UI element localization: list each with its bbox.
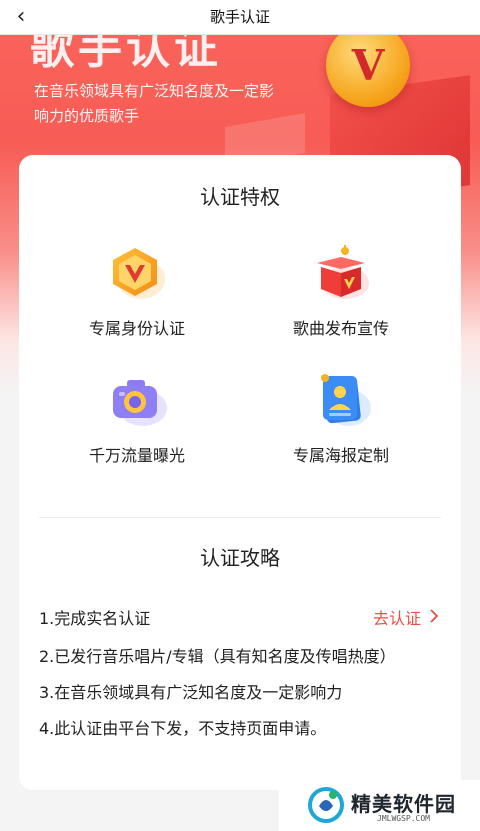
go-certify-label: 去认证 <box>372 609 421 628</box>
certification-card: 认证特权 专属身份认证 歌曲发布宣传 千万流量曝光 专属海报定制 认证攻略 1.… <box>19 155 461 790</box>
privileges-title: 认证特权 <box>200 185 280 209</box>
feature-label: 专属身份认证 <box>88 319 185 338</box>
feature-label: 专属海报定制 <box>292 446 389 465</box>
feature-identity: 专属身份认证 <box>37 243 237 339</box>
feature-label: 千万流量曝光 <box>88 446 185 465</box>
guide-step-2: 2.已发行音乐唱片/专辑（具有知名度及传唱热度） <box>39 647 396 666</box>
watermark-logo-icon <box>307 786 345 824</box>
camera-icon <box>107 370 167 430</box>
hero-big-title: 歌手认证 <box>30 35 222 74</box>
gift-box-icon <box>311 243 371 303</box>
page-title: 歌手认证 <box>209 8 270 26</box>
guide-step-1: 1.完成实名认证 <box>39 609 151 628</box>
watermark-name: 精美软件园 <box>351 792 456 816</box>
guide-title: 认证攻略 <box>200 546 280 570</box>
feature-promotion: 歌曲发布宣传 <box>241 243 441 339</box>
hero-description: 在音乐领域具有广泛知名度及一定影响力的优质歌手 <box>34 82 275 125</box>
go-certify-link[interactable]: 去认证 <box>373 605 439 629</box>
watermark: 精美软件园 JMLWGSP.COM <box>279 780 480 831</box>
feature-label: 歌曲发布宣传 <box>292 319 389 338</box>
guide-step-4: 4.此认证由平台下发，不支持页面申请。 <box>39 719 327 738</box>
feature-exposure: 千万流量曝光 <box>37 370 237 466</box>
top-nav-bar: ‹ 歌手认证 <box>0 0 480 35</box>
watermark-url: JMLWGSP.COM <box>377 814 430 823</box>
chevron-right-icon <box>429 608 439 627</box>
feature-poster: 专属海报定制 <box>241 370 441 466</box>
v-badge-icon <box>107 243 167 303</box>
section-divider <box>39 517 441 518</box>
poster-icon <box>311 370 371 430</box>
coin-letter: V <box>351 40 385 90</box>
guide-step-3: 3.在音乐领域具有广泛知名度及一定影响力 <box>39 683 343 702</box>
